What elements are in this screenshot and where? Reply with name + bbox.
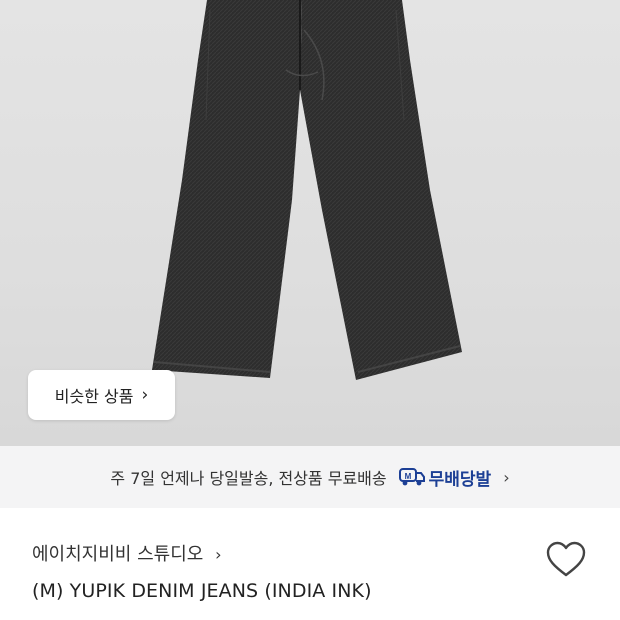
wishlist-button[interactable] <box>544 538 588 582</box>
delivery-text: 주 7일 언제나 당일발송, 전상품 무료배송 <box>110 469 387 488</box>
svg-text:M: M <box>404 472 411 481</box>
similar-products-label: 비슷한 상품 <box>54 387 134 406</box>
brand-link[interactable]: 에이치지비비 스튜디오 › <box>32 540 221 566</box>
chevron-right-icon: › <box>141 384 149 405</box>
chevron-right-icon: › <box>215 545 222 564</box>
delivery-badge: M 무배당발 <box>398 465 492 490</box>
delivery-banner[interactable]: 주 7일 언제나 당일발송, 전상품 무료배송 M 무배당발 › <box>0 446 620 508</box>
chevron-right-icon: › <box>503 467 510 487</box>
product-title: (M) YUPIK DENIM JEANS (INDIA INK) <box>32 580 372 602</box>
similar-products-button[interactable]: 비슷한 상품 › <box>28 370 175 420</box>
heart-icon <box>546 541 586 577</box>
product-image[interactable]: 비슷한 상품 › <box>0 0 620 446</box>
delivery-truck-icon: M <box>398 468 425 486</box>
brand-name: 에이치지비비 스튜디오 <box>32 544 204 565</box>
delivery-badge-label: 무배당발 <box>428 469 492 490</box>
